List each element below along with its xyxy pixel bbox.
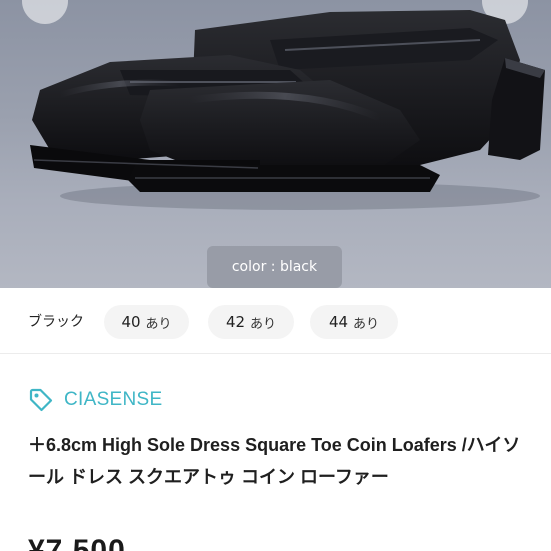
- product-title: ＋6.8cm High Sole Dress Square Toe Coin L…: [28, 435, 521, 487]
- size-option-42[interactable]: 42 あり: [208, 305, 294, 339]
- tag-icon: [29, 388, 53, 412]
- loafers-illustration: [30, 10, 545, 210]
- size-number: 40: [121, 313, 141, 331]
- color-badge: color : black: [207, 246, 342, 288]
- brand-name: CIASENSE: [64, 389, 163, 410]
- variant-selector: ブラック 40 あり 42 あり 44 あり: [0, 288, 551, 354]
- stock-status: あり: [250, 316, 277, 332]
- stock-status: あり: [353, 316, 380, 332]
- size-option-44[interactable]: 44 あり: [310, 305, 398, 339]
- size-number: 42: [225, 313, 246, 331]
- product-price: ¥7,500: [28, 534, 126, 551]
- size-option-40[interactable]: 40 あり: [104, 305, 189, 339]
- brand-link[interactable]: CIASENSE: [28, 386, 163, 414]
- product-image[interactable]: color : black: [0, 0, 551, 288]
- size-number: 44: [328, 313, 349, 331]
- color-label: ブラック: [28, 314, 84, 330]
- stock-status: あり: [145, 316, 172, 332]
